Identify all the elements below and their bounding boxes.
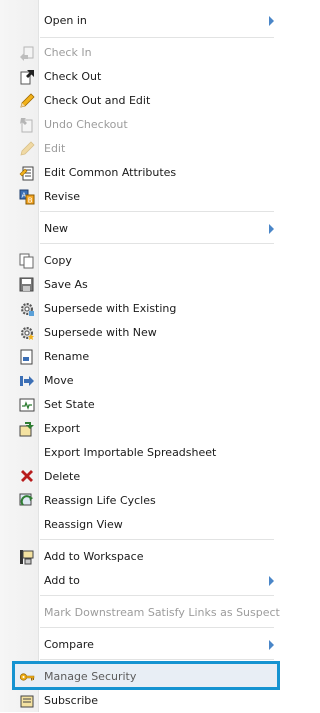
save-as-icon: [19, 277, 34, 292]
check-in-icon: [20, 46, 34, 61]
menu-item-edit[interactable]: Edit: [0, 137, 274, 161]
menu-item-supersede-new[interactable]: Supersede with New: [0, 321, 274, 345]
menu-item-export[interactable]: Export: [0, 417, 274, 441]
menu-item-new[interactable]: New: [0, 217, 274, 241]
menu-separator: [40, 211, 274, 212]
menu-item-supersede-existing[interactable]: Supersede with Existing: [0, 297, 274, 321]
subscribe-icon: [20, 695, 34, 708]
menu-item-label: Move: [44, 374, 74, 387]
pencil-icon: [20, 93, 35, 108]
menu-item-subscribe[interactable]: Subscribe: [0, 689, 274, 713]
menu-separator: [40, 595, 274, 596]
menu-item-label: Edit: [44, 142, 66, 155]
menu-separator: [40, 627, 274, 628]
submenu-arrow-icon: [269, 576, 274, 586]
submenu-arrow-icon: [269, 640, 274, 650]
menu-item-open-in[interactable]: Open in: [0, 9, 274, 33]
menu-item-label: Check In: [44, 46, 92, 59]
menu-item-delete[interactable]: Delete: [0, 465, 274, 489]
menu-item-label: Reassign Life Cycles: [44, 494, 156, 507]
menu-item-label: Check Out: [44, 70, 102, 83]
rename-icon: [20, 349, 33, 365]
workspace-icon: [20, 550, 34, 565]
menu-item-label: Mark Downstream Satisfy Links as Suspect: [44, 606, 280, 619]
menu-item-label: Supersede with New: [44, 326, 157, 339]
set-state-icon: [19, 398, 35, 412]
menu-item-label: Add to: [44, 574, 80, 587]
menu-item-check-out-edit[interactable]: Check Out and Edit: [0, 89, 274, 113]
check-out-icon: [20, 70, 34, 85]
supersede-gear-icon: [21, 303, 34, 316]
menu-item-check-out[interactable]: Check Out: [0, 65, 274, 89]
menu-item-manage-security[interactable]: Manage Security: [0, 665, 274, 689]
menu-item-copy[interactable]: Copy: [0, 249, 274, 273]
lifecycle-icon: [19, 493, 33, 506]
menu-item-label: Supersede with Existing: [44, 302, 177, 315]
menu-item-reassign-lifecycles[interactable]: Reassign Life Cycles: [0, 489, 274, 513]
delete-x-icon: [21, 470, 33, 482]
menu-item-revise[interactable]: A B Revise: [0, 185, 274, 209]
undo-checkout-icon: [20, 118, 33, 133]
move-icon: [20, 376, 34, 386]
menu-item-move[interactable]: Move: [0, 369, 274, 393]
menu-item-label: Subscribe: [44, 694, 99, 707]
menu-item-save-as[interactable]: Save As: [0, 273, 274, 297]
menu-item-compare[interactable]: Compare: [0, 633, 274, 657]
revise-icon: A B: [19, 189, 35, 205]
menu-item-label: Rename: [44, 350, 90, 363]
menu-item-mark-downstream[interactable]: Mark Downstream Satisfy Links as Suspect: [0, 601, 280, 625]
key-icon: [19, 673, 35, 681]
supersede-gear-icon: [21, 327, 34, 340]
menu-item-label: Export Importable Spreadsheet: [44, 446, 217, 459]
menu-item-label: Set State: [44, 398, 95, 411]
menu-item-check-in[interactable]: Check In: [0, 41, 274, 65]
menu-item-label: Add to Workspace: [44, 550, 144, 563]
menu-item-edit-common-attributes[interactable]: Edit Common Attributes: [0, 161, 274, 185]
menu-separator: [40, 539, 274, 540]
menu-item-set-state[interactable]: Set State: [0, 393, 274, 417]
menu-separator: [40, 37, 274, 38]
submenu-arrow-icon: [269, 16, 274, 26]
menu-item-label: Manage Security: [44, 670, 137, 683]
menu-item-add-workspace[interactable]: Add to Workspace: [0, 545, 274, 569]
menu-item-label: Delete: [44, 470, 81, 483]
copy-icon: [19, 253, 34, 269]
menu-item-label: Compare: [44, 638, 94, 651]
menu-item-export-spreadsheet[interactable]: Export Importable Spreadsheet: [0, 441, 274, 465]
edit-attributes-icon: [19, 166, 34, 181]
menu-item-label: Save As: [44, 278, 88, 291]
menu-item-reassign-view[interactable]: Reassign View: [0, 513, 274, 537]
menu-item-add-to[interactable]: Add to: [0, 569, 274, 593]
menu-item-label: Undo Checkout: [44, 118, 128, 131]
export-icon: [19, 422, 34, 437]
menu-item-rename[interactable]: Rename: [0, 345, 274, 369]
svg-text:B: B: [28, 197, 33, 205]
menu-item-label: Export: [44, 422, 81, 435]
menu-item-label: Reassign View: [44, 518, 123, 531]
menu-separator: [40, 243, 274, 244]
menu-item-label: New: [44, 222, 68, 235]
menu-item-label: Revise: [44, 190, 80, 203]
context-menu: Open in Check In Check Out Check Out and…: [0, 0, 280, 713]
menu-item-label: Edit Common Attributes: [44, 166, 177, 179]
menu-item-label: Copy: [44, 254, 72, 267]
menu-separator: [40, 659, 274, 660]
menu-item-undo-checkout[interactable]: Undo Checkout: [0, 113, 274, 137]
submenu-arrow-icon: [269, 224, 274, 234]
menu-item-label: Open in: [44, 14, 87, 27]
pencil-icon: [20, 141, 35, 156]
menu-item-label: Check Out and Edit: [44, 94, 151, 107]
